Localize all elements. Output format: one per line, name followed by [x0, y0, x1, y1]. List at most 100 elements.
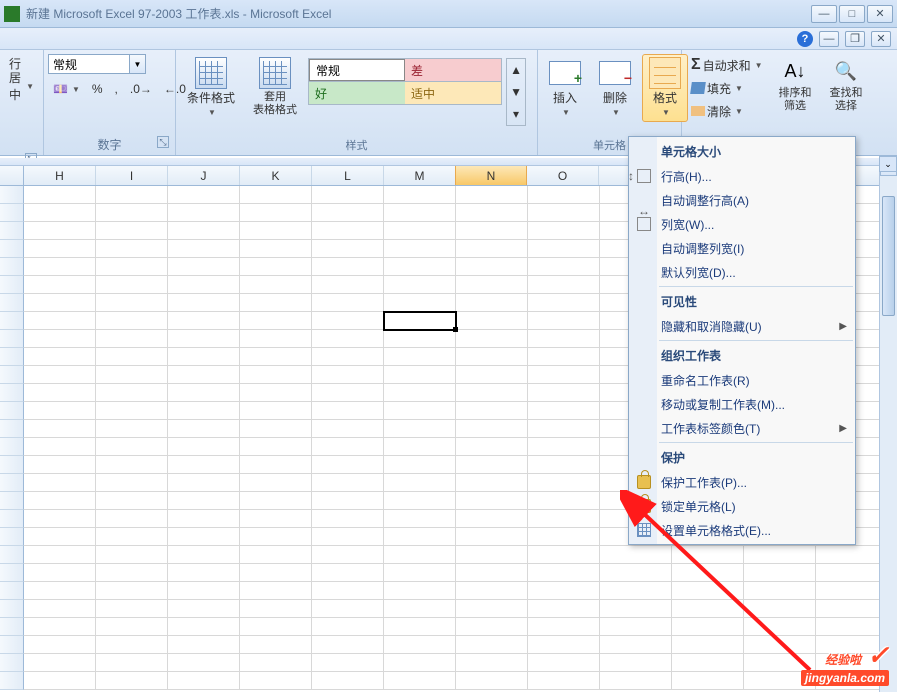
- cell[interactable]: [312, 672, 384, 690]
- cell[interactable]: [528, 600, 600, 618]
- cell[interactable]: [240, 222, 312, 240]
- cell[interactable]: [312, 510, 384, 528]
- style-scroll-down[interactable]: ▼: [507, 81, 525, 103]
- cell[interactable]: [528, 276, 600, 294]
- fill-button[interactable]: 填充▼: [686, 77, 768, 99]
- cell[interactable]: [312, 348, 384, 366]
- cell[interactable]: [168, 438, 240, 456]
- cell[interactable]: [456, 600, 528, 618]
- cell[interactable]: [744, 600, 816, 618]
- row-header[interactable]: [0, 492, 24, 510]
- cell[interactable]: [240, 258, 312, 276]
- cell[interactable]: [240, 564, 312, 582]
- cell[interactable]: [168, 474, 240, 492]
- cell[interactable]: [456, 258, 528, 276]
- cell[interactable]: [312, 564, 384, 582]
- cell[interactable]: [312, 582, 384, 600]
- cell[interactable]: [96, 582, 168, 600]
- cell[interactable]: [240, 276, 312, 294]
- cell[interactable]: [528, 294, 600, 312]
- cell[interactable]: [384, 600, 456, 618]
- cell[interactable]: [528, 240, 600, 258]
- cell[interactable]: [168, 240, 240, 258]
- cell[interactable]: [384, 186, 456, 204]
- cell[interactable]: [672, 582, 744, 600]
- maximize-button[interactable]: □: [839, 5, 865, 23]
- cell[interactable]: [96, 276, 168, 294]
- cell[interactable]: [312, 636, 384, 654]
- cell[interactable]: [168, 276, 240, 294]
- number-format-combo[interactable]: ▼: [48, 54, 146, 74]
- cell[interactable]: [672, 546, 744, 564]
- cell[interactable]: [456, 312, 528, 330]
- cell[interactable]: [312, 312, 384, 330]
- cell[interactable]: [456, 294, 528, 312]
- cell[interactable]: [168, 222, 240, 240]
- dialog-launcher-icon[interactable]: ⤡: [157, 136, 169, 148]
- cell[interactable]: [816, 582, 888, 600]
- cell[interactable]: [24, 672, 96, 690]
- cell[interactable]: [24, 492, 96, 510]
- cell[interactable]: [96, 618, 168, 636]
- cell[interactable]: [168, 510, 240, 528]
- cell[interactable]: [240, 546, 312, 564]
- row-header[interactable]: [0, 582, 24, 600]
- menu-col-width[interactable]: 列宽(W)...: [629, 212, 855, 236]
- row-header[interactable]: [0, 402, 24, 420]
- clear-button[interactable]: 清除▼: [686, 100, 768, 122]
- cell[interactable]: [456, 384, 528, 402]
- cell[interactable]: [312, 402, 384, 420]
- cell[interactable]: [600, 636, 672, 654]
- cell[interactable]: [528, 366, 600, 384]
- cell[interactable]: [312, 654, 384, 672]
- cell[interactable]: [384, 510, 456, 528]
- cell[interactable]: [312, 420, 384, 438]
- cell[interactable]: [456, 672, 528, 690]
- cell[interactable]: [240, 636, 312, 654]
- cell[interactable]: [456, 222, 528, 240]
- delete-cells-button[interactable]: 删除▼: [592, 54, 638, 122]
- cell[interactable]: [456, 528, 528, 546]
- cell[interactable]: [816, 564, 888, 582]
- cell[interactable]: [96, 636, 168, 654]
- cell[interactable]: [456, 564, 528, 582]
- cell[interactable]: [456, 420, 528, 438]
- cell[interactable]: [240, 348, 312, 366]
- cell[interactable]: [600, 564, 672, 582]
- row-header[interactable]: [0, 528, 24, 546]
- cell[interactable]: [456, 240, 528, 258]
- cell[interactable]: [240, 492, 312, 510]
- cell[interactable]: [528, 258, 600, 276]
- percent-button[interactable]: %: [87, 78, 108, 100]
- style-bad[interactable]: 差: [405, 59, 501, 81]
- sort-filter-button[interactable]: A↓ 排序和 筛选: [772, 54, 819, 116]
- cell[interactable]: [240, 456, 312, 474]
- row-header[interactable]: [0, 330, 24, 348]
- cell[interactable]: [384, 618, 456, 636]
- row-header[interactable]: [0, 204, 24, 222]
- column-header-J[interactable]: J: [168, 166, 240, 185]
- column-header-I[interactable]: I: [96, 166, 168, 185]
- cell[interactable]: [312, 222, 384, 240]
- cell[interactable]: [528, 546, 600, 564]
- cell[interactable]: [528, 510, 600, 528]
- cell[interactable]: [24, 600, 96, 618]
- cell[interactable]: [384, 294, 456, 312]
- cell[interactable]: [168, 582, 240, 600]
- cell[interactable]: [456, 654, 528, 672]
- cell[interactable]: [168, 618, 240, 636]
- row-header[interactable]: [0, 546, 24, 564]
- workbook-close-button[interactable]: ✕: [871, 31, 891, 47]
- conditional-formatting-button[interactable]: 条件格式▼: [180, 54, 242, 122]
- cell[interactable]: [456, 330, 528, 348]
- cell[interactable]: [240, 528, 312, 546]
- cell[interactable]: [528, 492, 600, 510]
- cell[interactable]: [312, 366, 384, 384]
- cell[interactable]: [240, 384, 312, 402]
- cell[interactable]: [672, 636, 744, 654]
- row-header[interactable]: [0, 438, 24, 456]
- cell[interactable]: [456, 402, 528, 420]
- cell[interactable]: [240, 672, 312, 690]
- cell[interactable]: [240, 240, 312, 258]
- cell[interactable]: [528, 654, 600, 672]
